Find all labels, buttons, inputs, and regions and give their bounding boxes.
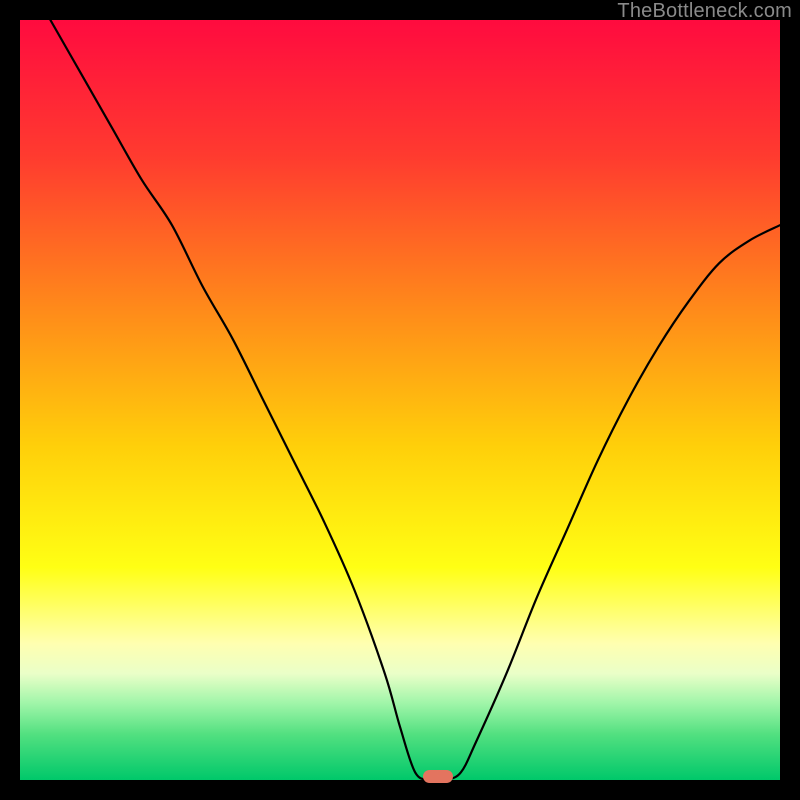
watermark-text: TheBottleneck.com bbox=[617, 0, 792, 23]
bottleneck-curve bbox=[20, 20, 780, 780]
optimal-marker bbox=[423, 770, 453, 783]
curve-path bbox=[50, 20, 780, 780]
chart-frame: TheBottleneck.com bbox=[0, 0, 800, 800]
plot-area bbox=[20, 20, 780, 780]
